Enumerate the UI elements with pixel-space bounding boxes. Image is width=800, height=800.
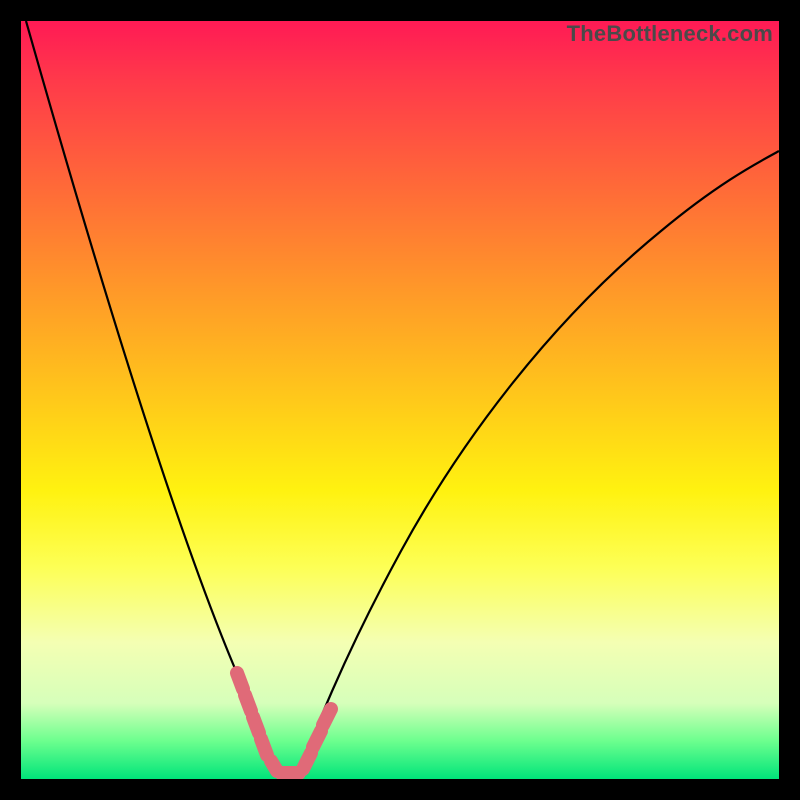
bottleneck-curve-path xyxy=(26,21,779,773)
chart-plot-area: TheBottleneck.com xyxy=(21,21,779,779)
chart-svg xyxy=(21,21,779,779)
highlight-markers xyxy=(237,673,331,773)
